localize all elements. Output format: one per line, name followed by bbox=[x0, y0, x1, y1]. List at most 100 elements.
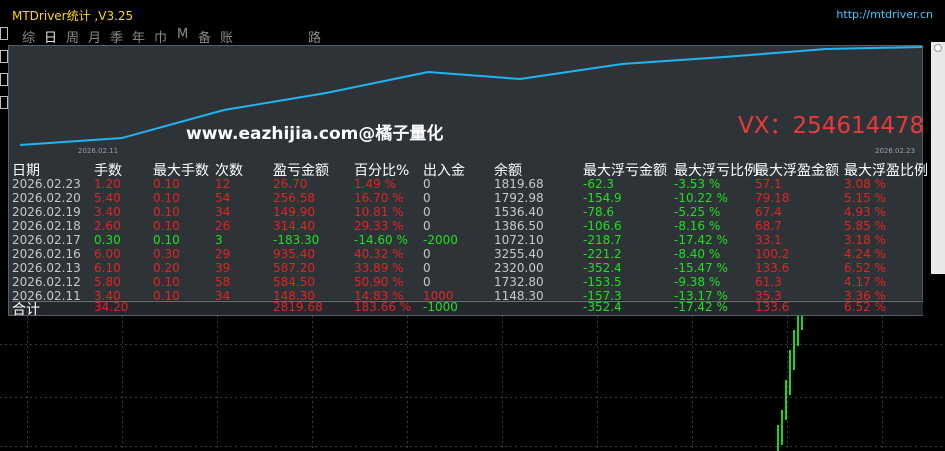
tab-notes[interactable]: 备 bbox=[198, 27, 211, 46]
cell-flow: 0 bbox=[423, 177, 431, 191]
tab-symbol[interactable]: 巾 bbox=[154, 27, 167, 46]
toolbar-button[interactable] bbox=[0, 96, 8, 109]
total-label: 合计 bbox=[12, 302, 40, 318]
cell-float-profit-pct: 5.15 % bbox=[844, 191, 886, 205]
cell-float-profit: 79.18 bbox=[755, 191, 790, 205]
cell-date: 2026.02.23 bbox=[12, 177, 81, 191]
cell-float-profit-pct: 4.93 % bbox=[844, 205, 886, 219]
cell-pct: 1.49 % bbox=[354, 177, 396, 191]
tab-week[interactable]: 周 bbox=[66, 27, 79, 46]
cell-date: 2026.02.13 bbox=[12, 261, 81, 275]
cell-pl: 935.40 bbox=[273, 247, 315, 261]
cell-float-loss: -153.5 bbox=[583, 275, 622, 289]
cell-lots: 5.80 bbox=[94, 275, 121, 289]
contact-text: VX：254614478 bbox=[738, 113, 925, 139]
scroll-thumb[interactable] bbox=[934, 44, 942, 52]
candle bbox=[793, 330, 795, 370]
cell-pct: 10.81 % bbox=[354, 205, 404, 219]
cell-balance: 1792.98 bbox=[494, 191, 544, 205]
total-divider bbox=[12, 301, 923, 302]
cell-float-profit: 133.6 bbox=[755, 261, 790, 275]
chart-start-date: 2026.02.11 bbox=[78, 147, 119, 155]
website-link[interactable]: http://mtdriver.cn bbox=[836, 8, 933, 21]
cell-balance: 1386.50 bbox=[494, 219, 544, 233]
cell-pct: 16.70 % bbox=[354, 191, 404, 205]
tab-year[interactable]: 年 bbox=[132, 27, 145, 46]
toolbar-button[interactable] bbox=[0, 50, 8, 63]
cell-float-profit-pct: 3.08 % bbox=[844, 177, 886, 191]
tab-day[interactable]: 日 bbox=[44, 27, 57, 46]
total-float-loss-pct: -17.42 % bbox=[674, 300, 728, 314]
cell-max-lots: 0.10 bbox=[153, 205, 180, 219]
cell-float-loss: -62.3 bbox=[583, 177, 615, 191]
cell-float-profit: 57.1 bbox=[755, 177, 782, 191]
cell-pl: -183.30 bbox=[273, 233, 320, 247]
cell-date: 2026.02.20 bbox=[12, 191, 81, 205]
total-lots: 34.20 bbox=[94, 300, 129, 314]
total-pl: 2819.68 bbox=[273, 300, 323, 314]
candle bbox=[781, 410, 783, 445]
cell-balance: 1072.10 bbox=[494, 233, 544, 247]
vertical-scrollbar[interactable] bbox=[931, 42, 945, 274]
total-flow: -1000 bbox=[423, 300, 458, 314]
candle bbox=[785, 380, 787, 420]
candle bbox=[797, 316, 799, 346]
cell-balance: 1536.40 bbox=[494, 205, 544, 219]
total-float-profit-pct: 6.52 % bbox=[844, 300, 886, 314]
tab-month[interactable]: 月 bbox=[88, 27, 101, 46]
cell-pl: 26.70 bbox=[273, 177, 308, 191]
cell-flow: 0 bbox=[423, 247, 431, 261]
cell-count: 12 bbox=[215, 177, 231, 191]
candle bbox=[789, 350, 791, 395]
cell-lots: 6.10 bbox=[94, 261, 121, 275]
total-float-loss: -352.4 bbox=[583, 300, 622, 314]
toolbar-button[interactable] bbox=[0, 73, 8, 86]
cell-date: 2026.02.19 bbox=[12, 205, 81, 219]
cell-lots: 1.20 bbox=[94, 177, 121, 191]
table-row: 2026.02.17 0.30 0.10 3 -183.30 -14.60 % -2000 1… bbox=[12, 233, 923, 248]
total-float-profit: 133.6 bbox=[755, 300, 790, 314]
tab-quarter[interactable]: 季 bbox=[110, 27, 123, 46]
cell-max-lots: 0.10 bbox=[153, 177, 180, 191]
cell-float-loss-pct: -5.25 % bbox=[674, 205, 721, 219]
cell-float-profit: 68.7 bbox=[755, 219, 782, 233]
cell-float-profit: 61.3 bbox=[755, 275, 782, 289]
cell-float-loss: -218.7 bbox=[583, 233, 622, 247]
cell-float-loss: -78.6 bbox=[583, 205, 615, 219]
cell-lots: 0.30 bbox=[94, 233, 121, 247]
window-title: MTDriver统计 ,V3.25 bbox=[12, 9, 134, 23]
cell-float-loss: -352.4 bbox=[583, 261, 622, 275]
cell-float-loss: -154.9 bbox=[583, 191, 622, 205]
tab-m[interactable]: M bbox=[177, 27, 188, 42]
cell-max-lots: 0.20 bbox=[153, 261, 180, 275]
total-pct: 183.66 % bbox=[354, 300, 412, 314]
cell-float-loss: -106.6 bbox=[583, 219, 622, 233]
cell-pl: 256.58 bbox=[273, 191, 315, 205]
toolbar-button[interactable] bbox=[0, 27, 8, 40]
cell-flow: 0 bbox=[423, 261, 431, 275]
cell-lots: 6.00 bbox=[94, 247, 121, 261]
cell-date: 2026.02.17 bbox=[12, 233, 81, 247]
cell-pl: 314.40 bbox=[273, 219, 315, 233]
cell-date: 2026.02.18 bbox=[12, 219, 81, 233]
cell-float-loss: -221.2 bbox=[583, 247, 622, 261]
cell-flow: 0 bbox=[423, 219, 431, 233]
candle bbox=[777, 425, 779, 451]
cell-pct: 40.32 % bbox=[354, 247, 404, 261]
tab-summary[interactable]: 综 bbox=[22, 27, 35, 46]
table-row: 2026.02.12 5.80 0.10 58 584.50 50.90 % 0 1732.8… bbox=[12, 275, 923, 290]
cell-balance: 2320.00 bbox=[494, 261, 544, 275]
cell-balance: 1819.68 bbox=[494, 177, 544, 191]
cell-flow: -2000 bbox=[423, 233, 458, 247]
cell-float-loss-pct: -3.53 % bbox=[674, 177, 721, 191]
watermark-text: www.eazhijia.com@橘子量化 bbox=[186, 124, 444, 144]
table-row: 2026.02.16 6.00 0.30 29 935.40 40.32 % 0 3255.4… bbox=[12, 247, 923, 262]
cell-pct: 33.89 % bbox=[354, 261, 404, 275]
cell-lots: 5.40 bbox=[94, 191, 121, 205]
cell-lots: 3.40 bbox=[94, 205, 121, 219]
table-row: 2026.02.19 3.40 0.10 34 149.90 10.81 % 0 1536.4… bbox=[12, 205, 923, 220]
cell-float-profit-pct: 4.17 % bbox=[844, 275, 886, 289]
cell-pl: 149.90 bbox=[273, 205, 315, 219]
cell-max-lots: 0.10 bbox=[153, 191, 180, 205]
cell-pl: 587.20 bbox=[273, 261, 315, 275]
